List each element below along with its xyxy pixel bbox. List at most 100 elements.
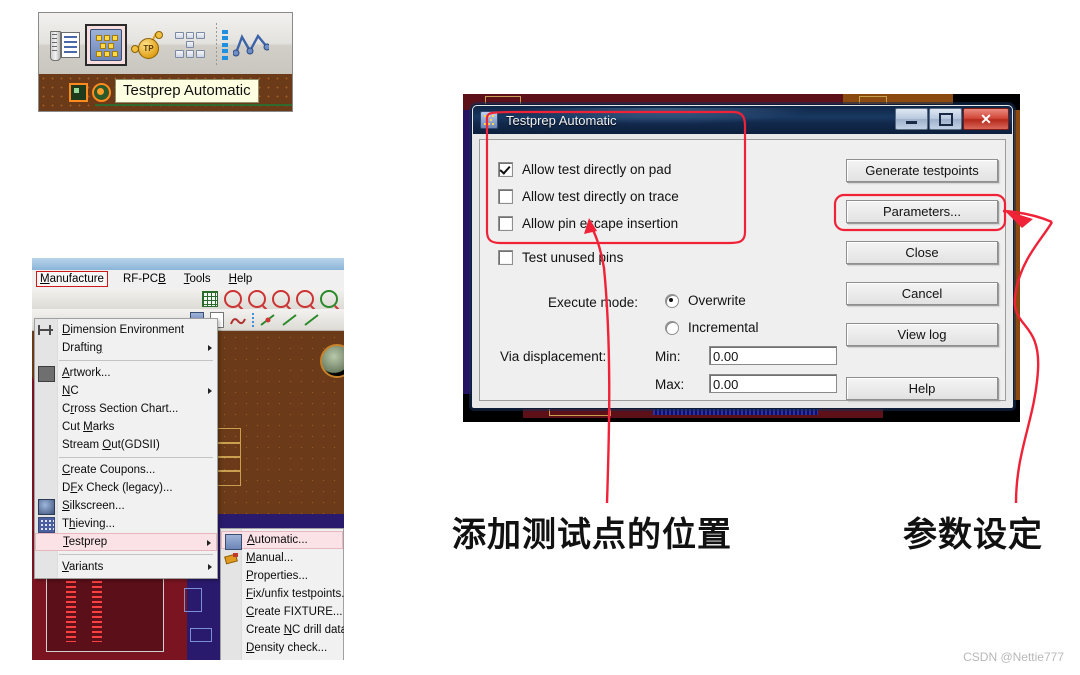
close-button-dialog[interactable]: Close	[846, 241, 998, 264]
radio-box[interactable]	[665, 293, 679, 308]
manufacture-menu-snippet: Manufacture RF-PCB Tools Help Dimension …	[32, 258, 344, 660]
radio-overwrite[interactable]: Overwrite	[665, 293, 746, 308]
testpoint-grid-icon	[225, 534, 242, 550]
menubar-item-tools[interactable]: Tools	[181, 272, 214, 286]
chevron-right-icon	[208, 388, 212, 394]
menu-item-drafting[interactable]: Drafting	[35, 339, 217, 357]
submenu-item-resequence[interactable]: Resequence...	[221, 657, 343, 660]
zoom-out-icon[interactable]	[296, 289, 314, 308]
menu-item-variants[interactable]: Variants	[35, 558, 217, 576]
testprep-submenu[interactable]: Automatic... Manual... Properties... Fix…	[220, 528, 344, 660]
caption-left: 添加测试点的位置	[452, 515, 732, 555]
radio-incremental[interactable]: Incremental	[665, 320, 759, 335]
tooltip-testprep-automatic: Testprep Automatic	[115, 79, 259, 103]
dimension-icon	[38, 323, 53, 337]
pcb-trace	[95, 104, 292, 106]
checkbox-allow-test-directly-on-trace[interactable]: Allow test directly on trace	[498, 189, 679, 204]
caption-right: 参数设定	[903, 515, 1043, 555]
cancel-button[interactable]: Cancel	[846, 282, 998, 305]
tooltip-strip: Testprep Automatic	[39, 74, 292, 111]
checkbox-allow-pin-escape-insertion[interactable]: Allow pin escape insertion	[498, 216, 678, 231]
checkbox-box[interactable]	[498, 250, 513, 265]
pcb-part	[190, 628, 212, 642]
pad-matrix-icon-button[interactable]	[169, 24, 211, 66]
pcb-part	[184, 588, 202, 612]
testpoint-tag-icon-button[interactable]: TP	[127, 24, 169, 66]
radio-label: Overwrite	[688, 293, 746, 308]
radio-label: Incremental	[688, 320, 759, 335]
minimize-button[interactable]	[895, 108, 928, 130]
checkbox-label: Test unused pins	[522, 250, 624, 265]
menu-item-nc[interactable]: NC	[35, 382, 217, 400]
arrow-right-line	[1013, 221, 1054, 504]
checkbox-box[interactable]	[498, 189, 513, 204]
menu-item-artwork[interactable]: Artwork...	[35, 364, 217, 382]
via-displacement-label: Via displacement:	[500, 349, 607, 364]
submenu-item-automatic[interactable]: Automatic...	[221, 531, 343, 550]
chevron-right-icon	[208, 345, 212, 351]
help-button[interactable]: Help	[846, 377, 998, 400]
zoom-in-icon[interactable]	[272, 289, 290, 308]
testpoint-tag-icon: TP	[131, 30, 165, 59]
via-min-input[interactable]: 0.00	[709, 346, 837, 365]
checkbox-box[interactable]	[498, 216, 513, 231]
menu-separator	[59, 457, 213, 458]
grid-icon[interactable]	[202, 290, 218, 307]
artwork-icon	[38, 366, 55, 382]
menubar-item-manufacture-label: anufacture	[49, 273, 104, 285]
testprep-automatic-dialog: Testprep Automatic ✕ Allow test directly…	[471, 104, 1014, 409]
submenu-item-create-nc-drill-data[interactable]: Create NC drill data	[221, 621, 344, 639]
via-max-label: Max:	[655, 377, 685, 392]
toolbar: TP	[39, 13, 292, 76]
maximize-button[interactable]	[929, 108, 962, 130]
thieving-icon	[38, 517, 55, 533]
net-icon-1[interactable]	[260, 313, 276, 327]
menu-item-create-coupons[interactable]: Create Coupons...	[35, 461, 217, 479]
zoom-fit-icon[interactable]	[224, 289, 242, 308]
submenu-item-create-fixture[interactable]: Create FIXTURE...	[221, 603, 343, 621]
menu-item-cut-marks[interactable]: Cut Marks	[35, 418, 217, 436]
close-button[interactable]: ✕	[963, 108, 1009, 130]
testprep-automatic-toolbar-button[interactable]	[85, 23, 127, 66]
via-max-input[interactable]: 0.00	[709, 374, 837, 393]
manufacture-dropdown-menu[interactable]: Dimension Environment Drafting Artwork..…	[34, 318, 344, 660]
checkbox-box[interactable]	[498, 162, 513, 177]
net-icon-2[interactable]	[282, 313, 298, 327]
checkbox-test-unused-pins[interactable]: Test unused pins	[498, 250, 623, 265]
submenu-item-density-check[interactable]: Density check...	[221, 639, 343, 657]
zoom-window-icon[interactable]	[248, 289, 266, 308]
dialog-titlebar[interactable]: Testprep Automatic ✕	[473, 106, 1012, 134]
submenu-item-properties[interactable]: Properties...	[221, 567, 343, 585]
pad-matrix-icon	[175, 31, 205, 58]
menu-separator	[59, 554, 213, 555]
menu-separator	[59, 360, 213, 361]
submenu-item-manual[interactable]: Manual...	[221, 549, 343, 567]
menu-item-dfx-check[interactable]: DFx Check (legacy)...	[35, 479, 217, 497]
net-polyline-icon	[232, 31, 271, 59]
menu-item-silkscreen[interactable]: Silkscreen...	[35, 497, 217, 515]
refresh-icon[interactable]	[320, 289, 338, 308]
ruler-list-icon-button[interactable]	[43, 24, 85, 66]
net-polyline-icon-button[interactable]	[230, 24, 272, 66]
pcb-part	[217, 470, 241, 486]
menu-item-dimension-environment[interactable]: Dimension Environment	[35, 321, 217, 339]
blue-dots-icon	[222, 29, 230, 60]
wave-icon[interactable]	[230, 314, 246, 326]
pad-round	[92, 83, 111, 102]
menu-item-testprep[interactable]: Testprep	[35, 533, 217, 551]
parameters-button[interactable]: Parameters...	[846, 200, 998, 223]
net-icon-3[interactable]	[304, 313, 320, 327]
menubar-item-rf-pcb[interactable]: RF-PCB	[120, 272, 169, 286]
dialog-client-area: Allow test directly on pad Allow test di…	[479, 139, 1006, 401]
checkbox-allow-test-directly-on-pad[interactable]: Allow test directly on pad	[498, 162, 671, 177]
view-log-button[interactable]: View log	[846, 323, 998, 346]
menubar-item-manufacture[interactable]: Manufacture	[36, 271, 108, 287]
menu-item-stream-out[interactable]: Stream Out(GDSII)	[35, 436, 217, 454]
submenu-item-fix-unfix-testpoints[interactable]: Fix/unfix testpoints...	[221, 585, 344, 603]
menubar-item-help[interactable]: Help	[226, 272, 256, 286]
silkscreen-icon	[38, 499, 55, 515]
radio-box[interactable]	[665, 320, 679, 335]
generate-testpoints-button[interactable]: Generate testpoints	[846, 159, 998, 182]
menu-item-thieving[interactable]: Thieving...	[35, 515, 217, 533]
menu-item-cross-section-chart[interactable]: Crross Section Chart...	[35, 400, 217, 418]
